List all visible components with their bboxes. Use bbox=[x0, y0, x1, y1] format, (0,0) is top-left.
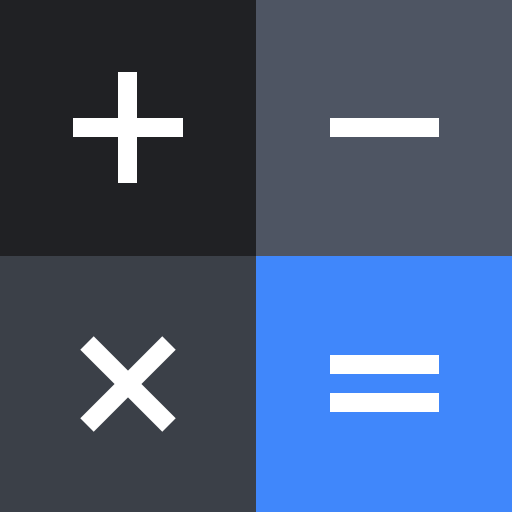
minus-tile bbox=[256, 0, 512, 256]
equals-icon bbox=[330, 355, 439, 412]
equals-tile bbox=[256, 256, 512, 512]
plus-tile bbox=[0, 0, 256, 256]
plus-icon bbox=[73, 72, 183, 183]
minus-icon bbox=[330, 118, 439, 137]
multiply-icon bbox=[80, 336, 176, 432]
calculator-app-icon[interactable] bbox=[0, 0, 512, 512]
multiply-tile bbox=[0, 256, 256, 512]
